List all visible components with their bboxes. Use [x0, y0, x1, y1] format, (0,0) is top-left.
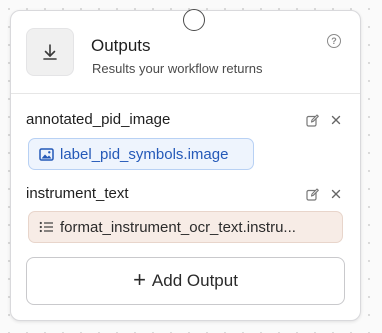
- output-name-2: instrument_text: [26, 185, 129, 202]
- close-icon[interactable]: [329, 113, 343, 127]
- node-subtitle: Results your workflow returns: [92, 61, 263, 76]
- add-output-label: Add Output: [151, 271, 238, 290]
- plus-icon: +: [133, 267, 146, 292]
- edit-icon[interactable]: [305, 113, 319, 127]
- input-port[interactable]: [183, 9, 205, 31]
- header-divider: [11, 93, 360, 94]
- output-value-chip-2[interactable]: format_instrument_ocr_text.instru...: [28, 211, 343, 243]
- add-output-button[interactable]: + Add Output: [26, 257, 345, 305]
- node-title: Outputs: [91, 36, 151, 55]
- output-value-chip-1[interactable]: label_pid_symbols.image: [28, 138, 254, 170]
- question-circle-icon[interactable]: ?: [327, 34, 341, 48]
- output-value-1: label_pid_symbols.image: [60, 145, 229, 163]
- image-icon: [39, 147, 54, 161]
- output-value-2: format_instrument_ocr_text.instru...: [60, 218, 296, 236]
- list-icon: [39, 221, 54, 233]
- output-name-1: annotated_pid_image: [26, 111, 171, 128]
- edit-icon[interactable]: [305, 187, 319, 201]
- download-arrow-icon: [26, 28, 74, 76]
- close-icon[interactable]: [329, 187, 343, 201]
- outputs-node[interactable]: Outputs Results your workflow returns ? …: [10, 9, 361, 321]
